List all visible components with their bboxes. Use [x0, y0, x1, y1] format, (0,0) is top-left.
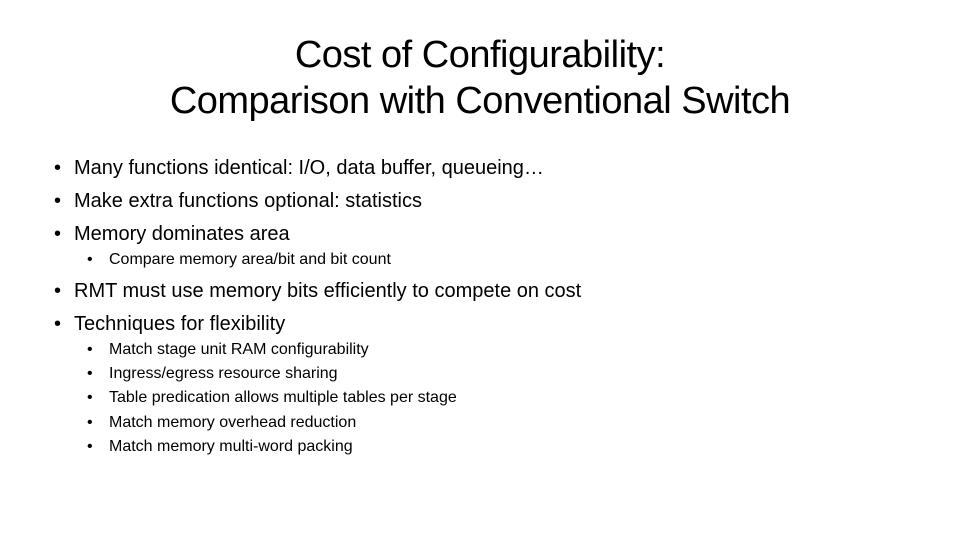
sub-bullet-text: Match memory multi-word packing — [109, 438, 353, 455]
bullet-text: Many functions identical: I/O, data buff… — [74, 157, 544, 179]
bullet-dot-icon: • — [87, 414, 93, 431]
bullet-dot-icon: • — [54, 190, 62, 212]
bullet-dot-icon: • — [87, 341, 93, 358]
bullet-dot-icon: • — [87, 365, 93, 382]
sub-bullet-text: Compare memory area/bit and bit count — [109, 251, 391, 268]
sub-bullet-text: Table predication allows multiple tables… — [109, 389, 457, 406]
bullet-text: Memory dominates area — [74, 223, 290, 245]
sub-bullet-text: Match stage unit RAM configurability — [109, 341, 369, 358]
bullet-dot-icon: • — [54, 313, 62, 335]
bullet-list: • Many functions identical: I/O, data bu… — [0, 0, 960, 540]
bullet-text: Make extra functions optional: statistic… — [74, 190, 422, 212]
bullet-dot-icon: • — [87, 389, 93, 406]
bullet-dot-icon: • — [87, 251, 93, 268]
bullet-text: Techniques for flexibility — [74, 313, 286, 335]
bullet-dot-icon: • — [54, 223, 62, 245]
sub-bullet-text: Ingress/egress resource sharing — [109, 365, 338, 382]
bullet-dot-icon: • — [54, 157, 62, 179]
bullet-dot-icon: • — [54, 280, 62, 302]
bullet-dot-icon: • — [87, 438, 93, 455]
bullet-text: RMT must use memory bits efficiently to … — [74, 280, 582, 302]
slide: Cost of Configurability: Comparison with… — [0, 0, 960, 540]
sub-bullet-text: Match memory overhead reduction — [109, 414, 357, 431]
